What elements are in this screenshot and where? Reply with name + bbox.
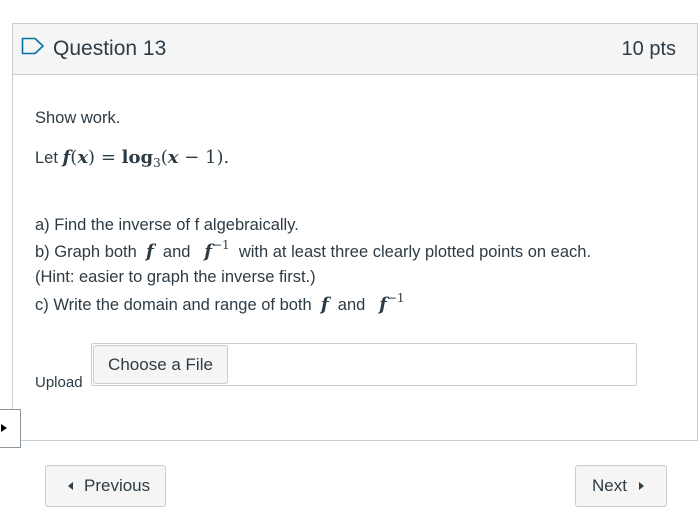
- caret-left-icon: [68, 482, 73, 490]
- side-tab-handle[interactable]: [0, 409, 21, 448]
- hint-text: (Hint: easier to graph the inverse first…: [35, 268, 316, 286]
- part-a-text: a) Find the inverse of f algebraically.: [35, 216, 299, 234]
- next-label: Next: [592, 476, 627, 495]
- previous-label: Previous: [84, 476, 151, 495]
- quiz-page: Question 13 10 pts Show work. Let f(x) =…: [0, 0, 700, 525]
- part-c-text: c) Write the domain and range of both f …: [35, 291, 405, 315]
- bookmark-flag-icon[interactable]: [21, 37, 45, 55]
- caret-right-icon: [1, 424, 7, 432]
- question-card: Question 13 10 pts Show work. Let f(x) =…: [12, 23, 698, 441]
- question-header: Question 13 10 pts: [13, 24, 697, 75]
- file-upload-field[interactable]: Choose a File: [91, 343, 637, 386]
- next-button[interactable]: Next: [575, 465, 667, 507]
- question-title: Question 13: [53, 37, 167, 60]
- let-prefix: Let: [35, 149, 58, 167]
- part-b-text: b) Graph both f and f−1 with at least th…: [35, 238, 592, 262]
- choose-file-button[interactable]: Choose a File: [93, 345, 228, 384]
- upload-label: Upload: [35, 374, 83, 391]
- show-work-text: Show work.: [35, 109, 121, 127]
- previous-button[interactable]: Previous: [45, 465, 166, 507]
- function-formula: f(x) = log3(x − 1).: [62, 147, 230, 170]
- function-definition: Let f(x) = log3(x − 1).: [35, 147, 230, 170]
- caret-right-icon: [639, 482, 644, 490]
- question-points: 10 pts: [621, 38, 676, 60]
